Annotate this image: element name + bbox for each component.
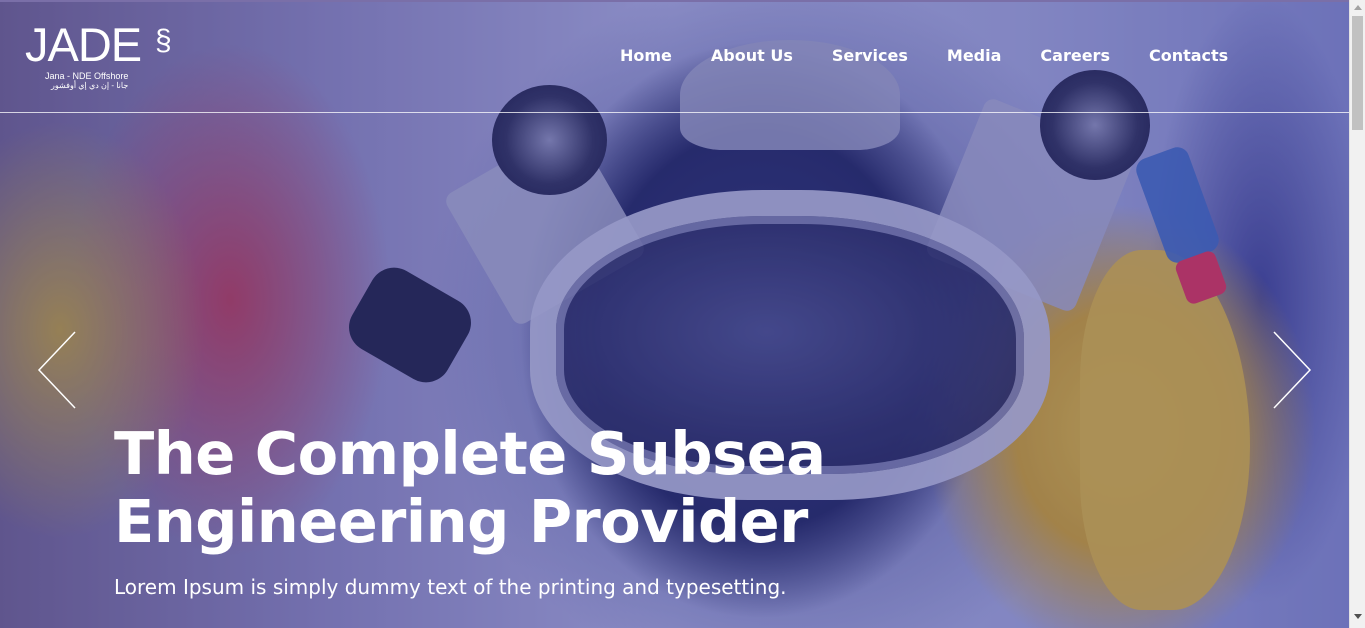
nav-item-careers[interactable]: Careers	[1040, 46, 1110, 65]
nav-item-home[interactable]: Home	[620, 46, 672, 65]
logo-subtitle: Jana - NDE Offshore	[45, 71, 129, 81]
chevron-right-icon	[1273, 331, 1312, 409]
top-border	[0, 0, 1365, 2]
nav-item-services[interactable]: Services	[832, 46, 908, 65]
logo-swirl-icon: §	[155, 24, 172, 57]
hero-headline-line-2: Engineering Provider	[114, 487, 808, 556]
chevron-left-icon	[37, 331, 76, 409]
page-scrollbar[interactable]	[1349, 0, 1365, 628]
scroll-up-arrow-icon[interactable]	[1354, 5, 1362, 10]
scroll-down-arrow-icon[interactable]	[1354, 614, 1362, 619]
hero-headline: The Complete Subsea Engineering Provider	[114, 420, 874, 556]
scroll-thumb[interactable]	[1352, 16, 1363, 130]
main-nav: Home About Us Services Media Careers Con…	[620, 46, 1267, 65]
slider-prev-button[interactable]	[37, 330, 77, 410]
logo-wordmark: JADE	[25, 18, 142, 71]
header-divider	[0, 112, 1349, 113]
slider-next-button[interactable]	[1272, 330, 1312, 410]
hero-subline: Lorem Ipsum is simply dummy text of the …	[114, 575, 787, 599]
nav-item-media[interactable]: Media	[947, 46, 1002, 65]
logo-arabic-subtitle: جانا - إن دي إي أوفشور	[51, 81, 129, 90]
nav-item-contacts[interactable]: Contacts	[1149, 46, 1228, 65]
hero-headline-line-1: The Complete Subsea	[114, 419, 826, 488]
site-logo[interactable]: JADE § Jana - NDE Offshore جانا - إن دي …	[25, 18, 172, 91]
nav-item-about-us[interactable]: About Us	[711, 46, 793, 65]
